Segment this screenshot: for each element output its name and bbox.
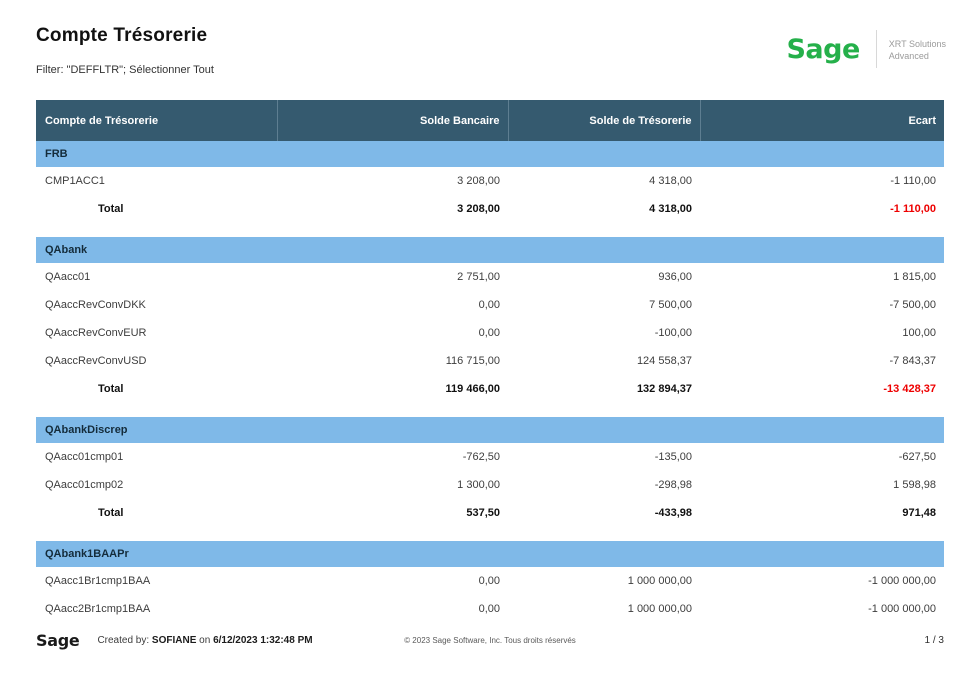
col-header-solde-bancaire: Solde Bancaire — [277, 100, 508, 141]
solde-tresorerie-value: -298,98 — [508, 471, 700, 499]
brand-block: Sage XRT Solutions Advanced — [786, 30, 946, 68]
ecart-value: -627,50 — [700, 443, 944, 471]
brand-product-line2: Advanced — [889, 51, 929, 61]
table-row: QAacc01cmp02 1 300,00 -298,98 1 598,98 — [36, 471, 944, 499]
total-solde-bancaire: 119 466,00 — [277, 375, 508, 403]
page-number: 1 / 3 — [925, 635, 944, 646]
created-on-word: on — [199, 635, 210, 646]
account-name: QAaccRevConvDKK — [36, 291, 277, 319]
total-label: Total — [36, 375, 277, 403]
group-header-row: QAbank1BAAPr — [36, 541, 944, 567]
section-gap — [36, 527, 944, 541]
sage-footer-logo: Sage — [36, 631, 79, 650]
solde-tresorerie-value: 7 500,00 — [508, 291, 700, 319]
total-ecart: -1 110,00 — [700, 195, 944, 223]
table-row: QAaccRevConvDKK 0,00 7 500,00 -7 500,00 — [36, 291, 944, 319]
report-footer: Sage Created by: SOFIANE on 6/12/2023 1:… — [36, 627, 944, 653]
account-name: QAaccRevConvEUR — [36, 319, 277, 347]
account-name: QAaccRevConvUSD — [36, 347, 277, 375]
group-name: QAbankDiscrep — [36, 417, 944, 443]
total-solde-bancaire: 3 208,00 — [277, 195, 508, 223]
solde-bancaire-value: 0,00 — [277, 319, 508, 347]
col-header-compte: Compte de Trésorerie — [36, 100, 277, 141]
section-total-row: Total 119 466,00 132 894,37 -13 428,37 — [36, 375, 944, 403]
table-row: QAacc01 2 751,00 936,00 1 815,00 — [36, 263, 944, 291]
solde-tresorerie-value: 124 558,37 — [508, 347, 700, 375]
ecart-value: 1 598,98 — [700, 471, 944, 499]
group-name: QAbank — [36, 237, 944, 263]
account-name: QAacc2Br1cmp1BAA — [36, 595, 277, 623]
ecart-value: -1 000 000,00 — [700, 595, 944, 623]
col-header-ecart: Ecart — [700, 100, 944, 141]
account-name: QAacc1Br1cmp1BAA — [36, 567, 277, 595]
solde-tresorerie-value: 936,00 — [508, 263, 700, 291]
group-header-row: FRB — [36, 141, 944, 167]
footer-left: Sage Created by: SOFIANE on 6/12/2023 1:… — [36, 631, 313, 650]
solde-bancaire-value: 0,00 — [277, 567, 508, 595]
table-row: QAaccRevConvUSD 116 715,00 124 558,37 -7… — [36, 347, 944, 375]
ecart-value: 100,00 — [700, 319, 944, 347]
group-header-row: QAbankDiscrep — [36, 417, 944, 443]
total-ecart: -13 428,37 — [700, 375, 944, 403]
solde-tresorerie-value: 4 318,00 — [508, 167, 700, 195]
solde-tresorerie-value: -100,00 — [508, 319, 700, 347]
table-row: CMP1ACC1 3 208,00 4 318,00 -1 110,00 — [36, 167, 944, 195]
brand-divider — [876, 30, 877, 68]
table-row: QAacc2Br1cmp1BAA 0,00 1 000 000,00 -1 00… — [36, 595, 944, 623]
solde-bancaire-value: 1 300,00 — [277, 471, 508, 499]
solde-bancaire-value: 3 208,00 — [277, 167, 508, 195]
created-by-text: Created by: SOFIANE on 6/12/2023 1:32:48… — [97, 635, 312, 646]
solde-bancaire-value: -762,50 — [277, 443, 508, 471]
created-datetime: 6/12/2023 1:32:48 PM — [213, 635, 313, 646]
solde-bancaire-value: 0,00 — [277, 595, 508, 623]
brand-product-line1: XRT Solutions — [889, 39, 946, 49]
account-name: QAacc01cmp01 — [36, 443, 277, 471]
solde-bancaire-value: 2 751,00 — [277, 263, 508, 291]
solde-bancaire-value: 116 715,00 — [277, 347, 508, 375]
created-user: SOFIANE — [152, 635, 196, 646]
ecart-value: -7 843,37 — [700, 347, 944, 375]
section-gap — [36, 403, 944, 417]
total-solde-tresorerie: 132 894,37 — [508, 375, 700, 403]
ecart-value: -7 500,00 — [700, 291, 944, 319]
col-header-solde-tresorerie: Solde de Trésorerie — [508, 100, 700, 141]
ecart-value: 1 815,00 — [700, 263, 944, 291]
total-solde-tresorerie: -433,98 — [508, 499, 700, 527]
account-name: CMP1ACC1 — [36, 167, 277, 195]
total-solde-bancaire: 537,50 — [277, 499, 508, 527]
section-total-row: Total 537,50 -433,98 971,48 — [36, 499, 944, 527]
created-prefix: Created by: — [97, 635, 149, 646]
table-header-row: Compte de Trésorerie Solde Bancaire Sold… — [36, 100, 944, 141]
group-name: QAbank1BAAPr — [36, 541, 944, 567]
group-name: FRB — [36, 141, 944, 167]
table-row: QAacc1Br1cmp1BAA 0,00 1 000 000,00 -1 00… — [36, 567, 944, 595]
group-header-row: QAbank — [36, 237, 944, 263]
brand-product-name: XRT Solutions Advanced — [889, 36, 946, 62]
section-gap — [36, 223, 944, 237]
total-ecart: 971,48 — [700, 499, 944, 527]
account-name: QAacc01cmp02 — [36, 471, 277, 499]
sage-logo: Sage — [786, 34, 859, 65]
total-solde-tresorerie: 4 318,00 — [508, 195, 700, 223]
section-total-row: Total 3 208,00 4 318,00 -1 110,00 — [36, 195, 944, 223]
table-row: QAaccRevConvEUR 0,00 -100,00 100,00 — [36, 319, 944, 347]
solde-tresorerie-value: -135,00 — [508, 443, 700, 471]
solde-bancaire-value: 0,00 — [277, 291, 508, 319]
solde-tresorerie-value: 1 000 000,00 — [508, 567, 700, 595]
total-label: Total — [36, 499, 277, 527]
ecart-value: -1 110,00 — [700, 167, 944, 195]
table-row: QAacc01cmp01 -762,50 -135,00 -627,50 — [36, 443, 944, 471]
account-name: QAacc01 — [36, 263, 277, 291]
treasury-table: Compte de Trésorerie Solde Bancaire Sold… — [36, 100, 944, 623]
ecart-value: -1 000 000,00 — [700, 567, 944, 595]
solde-tresorerie-value: 1 000 000,00 — [508, 595, 700, 623]
total-label: Total — [36, 195, 277, 223]
